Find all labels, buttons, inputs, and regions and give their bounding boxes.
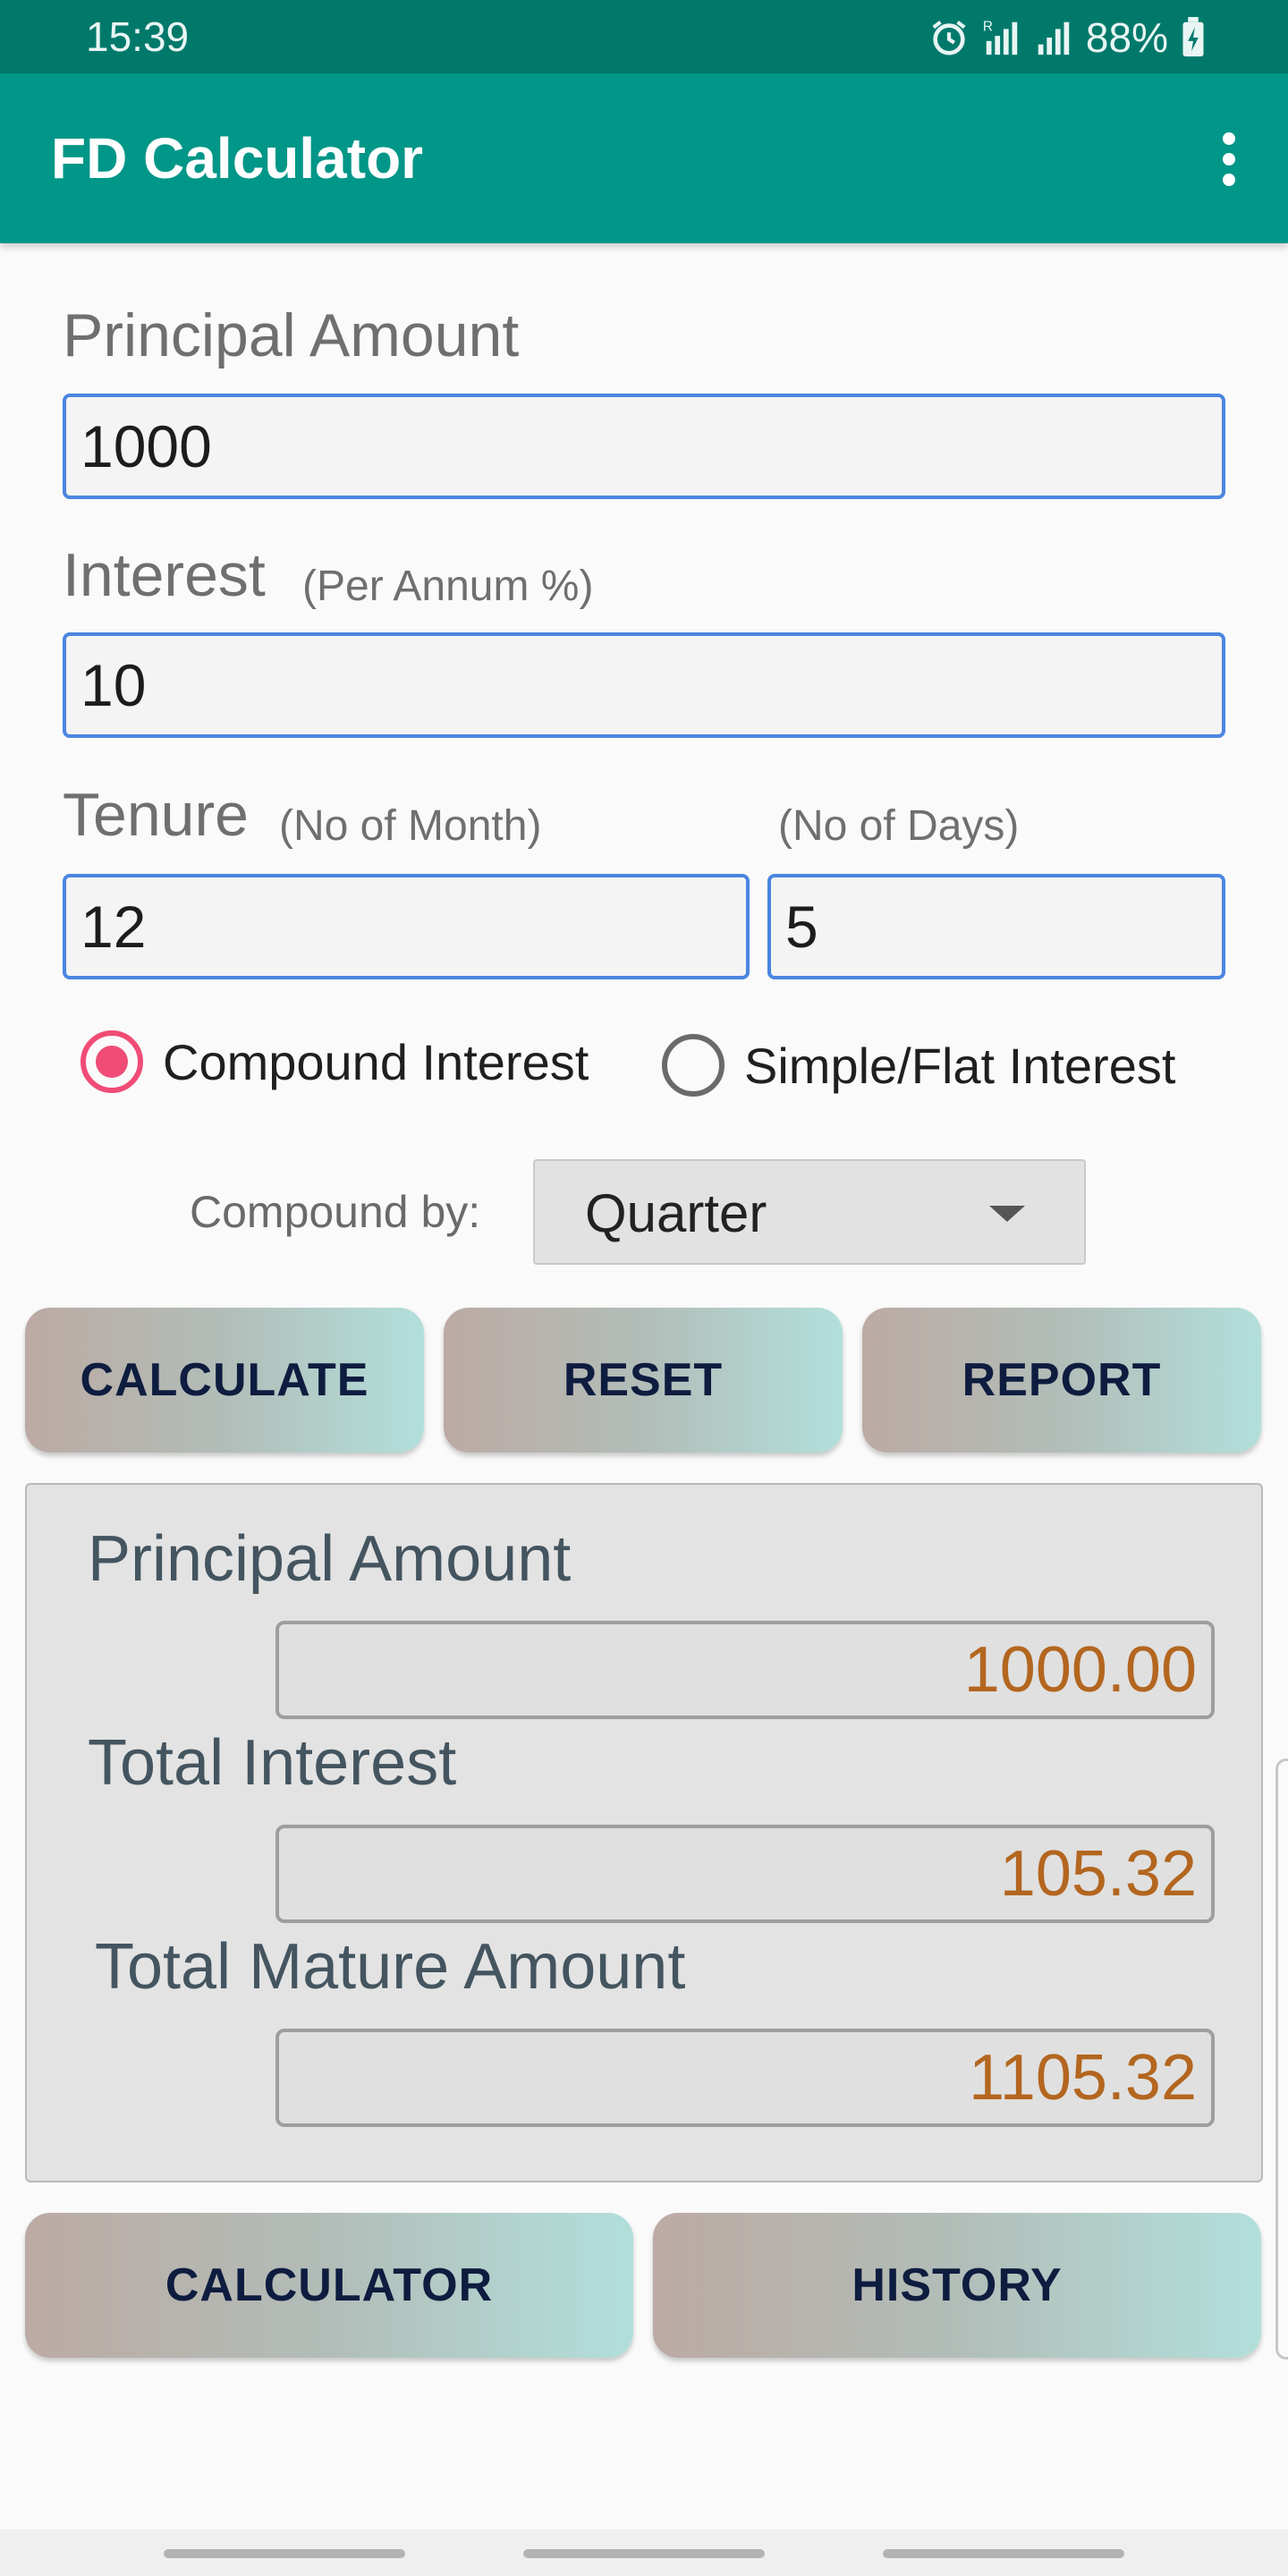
principal-input[interactable] [63,394,1225,499]
signal-icon [1038,21,1070,55]
compound-interest-radio[interactable]: Compound Interest [80,1030,589,1093]
simple-interest-label: Simple/Flat Interest [744,1037,1176,1094]
tenure-label: Tenure [63,781,249,849]
nav-home-button[interactable] [523,2549,765,2558]
history-button[interactable]: HISTORY [653,2213,1261,2358]
calculator-button[interactable]: CALCULATOR [25,2213,633,2358]
nav-recents-button[interactable] [164,2549,405,2558]
result-maturity-value: 1105.32 [275,2029,1215,2127]
signal-roaming-icon: R [983,19,1018,55]
interest-sublabel: (Per Annum %) [302,563,594,610]
report-button[interactable]: REPORT [862,1308,1261,1453]
navigation-bar [0,2529,1288,2576]
dropdown-arrow-icon [989,1206,1025,1222]
alarm-icon [932,21,966,55]
app-title: FD Calculator [51,126,424,191]
reset-button[interactable]: RESET [444,1308,843,1453]
nav-back-button[interactable] [883,2549,1124,2558]
tenure-months-input[interactable] [63,874,750,979]
status-icons: R 88% [928,13,1206,63]
tenure-days-sublabel: (No of Days) [778,802,1020,850]
compound-interest-label: Compound Interest [163,1033,589,1090]
principal-label: Principal Amount [63,301,520,369]
interest-label: Interest [63,541,266,609]
interest-input[interactable] [63,632,1225,738]
radio-checked-icon [80,1030,143,1093]
status-bar: 15:39 R 88% [0,0,1288,73]
result-principal-value: 1000.00 [275,1621,1215,1719]
result-principal-label: Principal Amount [88,1523,572,1595]
compound-by-value: Quarter [585,1183,767,1243]
svg-text:R: R [983,19,993,34]
result-maturity-label: Total Mature Amount [95,1931,686,2003]
calculate-button[interactable]: CALCULATE [25,1308,424,1453]
compound-by-label: Compound by: [190,1187,481,1237]
radio-unchecked-icon [662,1034,724,1097]
app-bar: FD Calculator [0,73,1288,243]
edge-panel-handle[interactable] [1275,1758,1288,2360]
simple-interest-radio[interactable]: Simple/Flat Interest [662,1034,1175,1097]
more-vert-icon[interactable] [1211,123,1247,195]
screen: 15:39 R 88% FD Calculator Principal Amou… [0,0,1288,2576]
result-interest-label: Total Interest [88,1727,457,1799]
result-interest-value: 105.32 [275,1825,1215,1923]
tenure-months-sublabel: (No of Month) [279,802,542,850]
compound-by-dropdown[interactable]: Quarter [533,1159,1086,1265]
tenure-days-input[interactable] [767,874,1225,979]
status-time: 15:39 [86,13,190,60]
battery-percentage: 88% [1085,14,1168,61]
battery-charging-icon [1182,17,1204,57]
